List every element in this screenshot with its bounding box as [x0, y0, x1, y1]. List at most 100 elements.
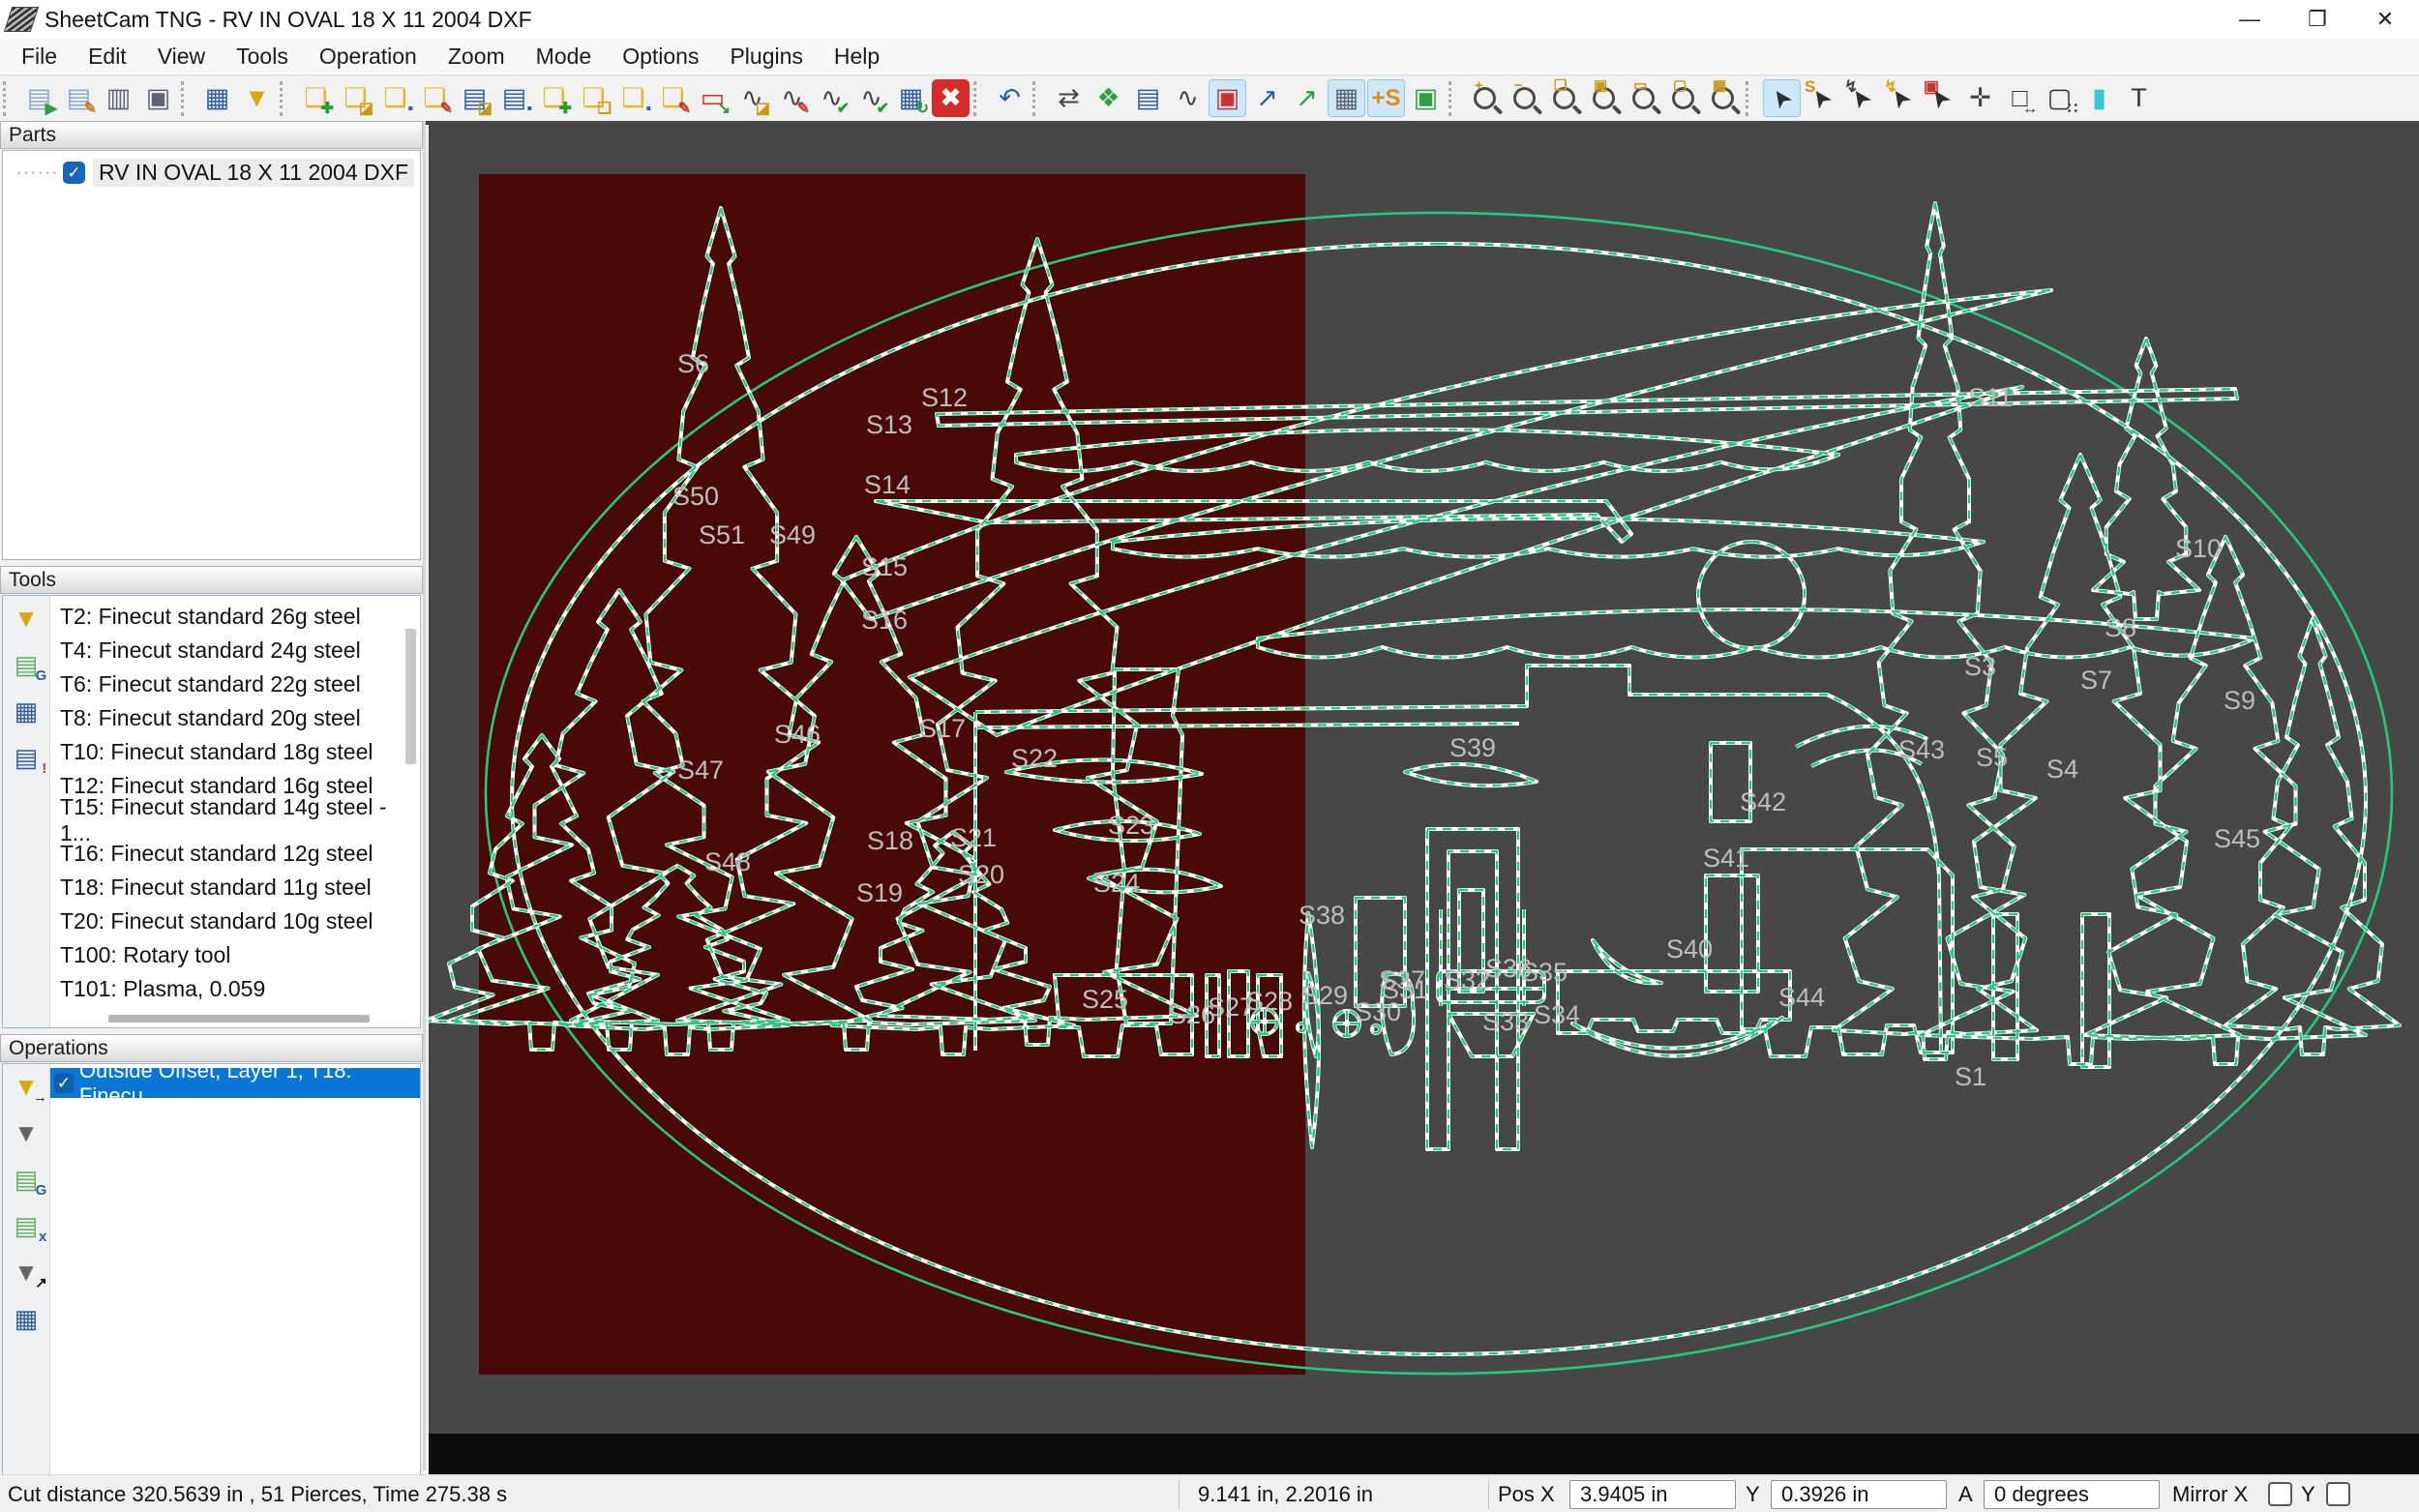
- operation-item-selected[interactable]: ✓ Outside Offset, Layer 1, T18: Finecu..…: [50, 1064, 420, 1108]
- tools-horizontal-scrollbar[interactable]: [108, 1015, 370, 1023]
- cad-drawing[interactable]: S6 S12 S13 S14 S50 S51 S49 S15 S16 S46 S17 S22 S47 S1…: [424, 121, 2419, 1434]
- direction-arrows-button[interactable]: ↗: [1288, 79, 1326, 117]
- nest-tool-button[interactable]: ▢ ∷: [2041, 79, 2078, 117]
- edit-part-button[interactable]: ▤ ✎: [60, 79, 98, 117]
- zoom-machine-button[interactable]: ▦: [1704, 78, 1742, 117]
- select-tool-button[interactable]: ➤: [1763, 79, 1801, 117]
- op-export-icon[interactable]: ▤ x: [15, 1213, 47, 1244]
- plot-button[interactable]: ▣: [139, 79, 177, 117]
- show-contours-button[interactable]: ▣: [1407, 79, 1445, 117]
- menu-view[interactable]: View: [142, 40, 221, 74]
- op-tool-arrow-icon[interactable]: ▼ →: [14, 1074, 47, 1105]
- undo-button[interactable]: ↶: [991, 79, 1029, 117]
- menu-edit[interactable]: Edit: [73, 40, 142, 74]
- print-button[interactable]: ▥: [100, 79, 137, 117]
- save-part-button[interactable]: ❏ ▪: [376, 79, 414, 117]
- open-part-button[interactable]: ❏ ◪: [337, 79, 374, 117]
- menu-file[interactable]: File: [6, 40, 73, 74]
- add-paper-button[interactable]: ❏ ✚: [535, 79, 573, 117]
- zoom-in-button[interactable]: +: [1466, 78, 1504, 117]
- torch-setup-button[interactable]: ▼: [238, 79, 276, 117]
- mirror-y-checkbox[interactable]: [2326, 1482, 2350, 1506]
- tool-item[interactable]: T8: Finecut standard 20g steel: [60, 701, 420, 735]
- tool-item[interactable]: T4: Finecut standard 24g steel: [60, 634, 420, 667]
- quick-cut-tool-button[interactable]: ↯ ➤: [1842, 78, 1880, 117]
- tool-item[interactable]: T6: Finecut standard 22g steel: [60, 667, 420, 701]
- toolbar-grip[interactable]: [1448, 80, 1462, 116]
- move-part-tool-button[interactable]: ✛: [1961, 79, 1999, 117]
- op-table-icon[interactable]: ▦: [15, 1306, 39, 1331]
- contour-tool-button[interactable]: ▣ ➤: [1922, 78, 1959, 117]
- menu-plugins[interactable]: Plugins: [714, 40, 818, 74]
- delete-part-button[interactable]: ✖: [932, 79, 970, 117]
- menu-mode[interactable]: Mode: [521, 40, 608, 74]
- save-paper-button[interactable]: ❏ ▪: [614, 79, 652, 117]
- tool-item[interactable]: T10: Finecut standard 18g steel: [60, 735, 420, 769]
- tool-item[interactable]: T100: Rotary tool: [60, 938, 420, 972]
- refresh-table-button[interactable]: ▦ ↻: [892, 79, 930, 117]
- zoom-out-button[interactable]: −: [1506, 78, 1543, 117]
- zoom-part-button[interactable]: ❏: [1545, 78, 1583, 117]
- toolbar-grip[interactable]: [973, 80, 987, 116]
- mirror-x-checkbox[interactable]: [2268, 1482, 2292, 1506]
- tool-item[interactable]: T15: Finecut standard 14g steel - 1...: [60, 794, 420, 845]
- resize-part-tool-button[interactable]: □ ↔: [2001, 79, 2039, 117]
- toolbar-grip[interactable]: [1032, 80, 1046, 116]
- tool-item[interactable]: T101: Plasma, 0.059: [60, 972, 420, 1006]
- import-drawing-button[interactable]: ▭ ↘: [694, 79, 732, 117]
- move-mode-button[interactable]: ⇄: [1050, 79, 1088, 117]
- op-drill-icon[interactable]: ▼: [14, 1120, 39, 1145]
- menu-help[interactable]: Help: [819, 40, 895, 74]
- part-label[interactable]: RV IN OVAL 18 X 11 2004 DXF: [92, 159, 415, 187]
- layers-button[interactable]: ❖: [1090, 79, 1127, 117]
- run-post-processor-button[interactable]: ▤ ▶: [20, 79, 58, 117]
- warn-list-icon[interactable]: ▤!: [15, 745, 47, 776]
- console-button[interactable]: ▤: [1129, 79, 1167, 117]
- toolbar-grip[interactable]: [3, 80, 16, 116]
- path-nodes-button[interactable]: ∿: [1169, 79, 1207, 117]
- part-tree-item[interactable]: ······ ✓ RV IN OVAL 18 X 11 2004 DXF: [16, 159, 420, 187]
- part-checkbox[interactable]: ✓: [62, 162, 85, 184]
- edit-link-button[interactable]: ∿ ✎: [773, 79, 811, 117]
- op-gcode-icon[interactable]: ▤ G: [15, 1167, 47, 1198]
- gcode-list-icon[interactable]: ▤ G: [15, 652, 47, 683]
- fast-cut-tool-button[interactable]: ↯ ➤: [1882, 78, 1920, 117]
- zoom-window-button[interactable]: ▢: [1664, 78, 1702, 117]
- close-button[interactable]: ✕: [2351, 0, 2419, 39]
- tools-vertical-scrollbar[interactable]: [405, 629, 416, 764]
- menu-options[interactable]: Options: [607, 40, 714, 74]
- tool-item[interactable]: T2: Finecut standard 26g steel: [60, 600, 420, 634]
- start-point-tool-button[interactable]: S ➤: [1803, 78, 1840, 117]
- open-link-button[interactable]: ∿ ◪: [733, 79, 771, 117]
- toolbar-grip[interactable]: [181, 80, 194, 116]
- edit-paper-button[interactable]: ❏ ✎: [654, 79, 692, 117]
- maximize-button[interactable]: ❐: [2284, 0, 2351, 39]
- zoom-all-parts-button[interactable]: ▣: [1585, 78, 1623, 117]
- torch-icon[interactable]: ▼: [14, 606, 39, 631]
- zoom-extents-button[interactable]: ▭: [1625, 78, 1662, 117]
- minimize-button[interactable]: —: [2216, 0, 2284, 39]
- save-job-button[interactable]: ▤ ▪: [495, 79, 533, 117]
- show-machine-button[interactable]: ▦: [1328, 79, 1365, 117]
- tool-item[interactable]: T20: Finecut standard 10g steel: [60, 904, 420, 938]
- verify-open-button[interactable]: ∿ ✔: [813, 79, 851, 117]
- rapid-moves-button[interactable]: ↗: [1248, 79, 1286, 117]
- show-cut-paths-button[interactable]: ▣: [1209, 79, 1246, 117]
- toolbar-grip[interactable]: [280, 80, 293, 116]
- tool-item[interactable]: T16: Finecut standard 12g steel: [60, 837, 420, 871]
- menu-operation[interactable]: Operation: [304, 40, 433, 74]
- edit-part-file-button[interactable]: ❏ ✎: [416, 79, 454, 117]
- calculator-button[interactable]: ▦: [198, 79, 236, 117]
- menu-zoom[interactable]: Zoom: [433, 40, 521, 74]
- operation-checkbox[interactable]: ✓: [54, 1073, 74, 1093]
- tool-table-icon[interactable]: ▦: [15, 698, 39, 724]
- text-tool-button[interactable]: T: [2120, 79, 2158, 117]
- toolbar-grip[interactable]: [1746, 80, 1759, 116]
- measure-tool-button[interactable]: ▮: [2080, 79, 2118, 117]
- open-job-button[interactable]: ▤ ◪: [456, 79, 493, 117]
- drawing-canvas[interactable]: S6 S12 S13 S14 S50 S51 S49 S15 S16 S46 S17 S22 S47 S1…: [424, 121, 2419, 1434]
- tool-item[interactable]: T18: Finecut standard 11g steel: [60, 871, 420, 904]
- copy-paper-button[interactable]: ❏ ❏: [575, 79, 612, 117]
- start-points-button[interactable]: +S: [1367, 79, 1405, 117]
- verify-save-button[interactable]: ∿ ✔: [852, 79, 890, 117]
